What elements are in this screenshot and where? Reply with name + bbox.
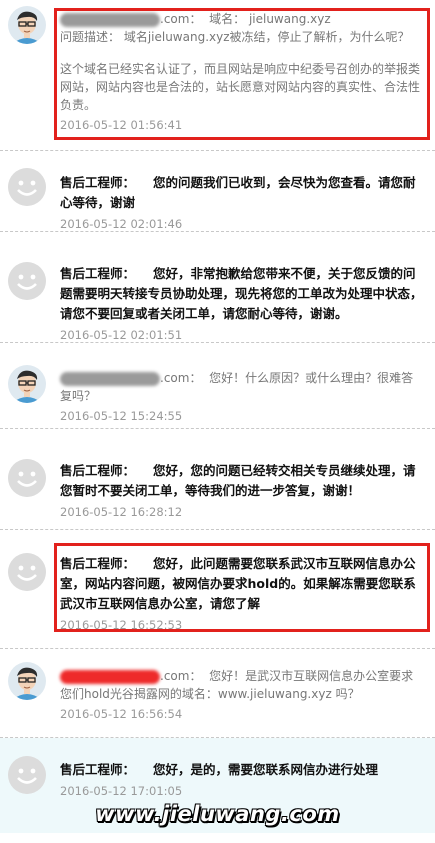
timestamp: 2016-05-12 17:01:05 bbox=[60, 784, 183, 798]
user-avatar bbox=[8, 6, 46, 44]
message-user-3: .com： 您好！是武汉市互联网信息办公室要求您们hold光谷揭露网的域名：ww… bbox=[0, 649, 435, 737]
engineer-name: 售后工程师： bbox=[60, 175, 136, 190]
message-engineer-1: 售后工程师： 您的问题我们已收到，会尽快为您查看。请您耐心等待，谢谢 2016-0… bbox=[0, 151, 435, 231]
message-content: 售后工程师： 您好，非常抱歉给您带来不便，关于您反馈的问题需要明天转接专员协助处理… bbox=[60, 264, 425, 344]
message-content: 售后工程师： 您好，是的，需要您联系网信办进行处理 2016-05-12 17:0… bbox=[60, 760, 425, 800]
engineer-text: 售后工程师： 您好，非常抱歉给您带来不便，关于您反馈的问题需要明天转接专员协助处理… bbox=[60, 264, 425, 324]
timestamp: 2016-05-12 16:56:54 bbox=[60, 707, 183, 721]
user-message-text: .com： 您好！是武汉市互联网信息办公室要求您们hold光谷揭露网的域名：ww… bbox=[60, 667, 425, 703]
watermark: www.jieluwang.com bbox=[95, 802, 340, 826]
highlight-box bbox=[54, 543, 430, 632]
user-avatar bbox=[8, 365, 46, 403]
timestamp: 2016-05-12 16:28:12 bbox=[60, 505, 183, 519]
engineer-text: 售后工程师： 您的问题我们已收到，会尽快为您查看。请您耐心等待，谢谢 bbox=[60, 173, 425, 213]
engineer-avatar bbox=[8, 553, 46, 591]
timestamp: 2016-05-12 15:24:55 bbox=[60, 409, 183, 423]
domain-suffix: .com： bbox=[160, 371, 202, 385]
message-content: 售后工程师： 您好，您的问题已经转交相关专员继续处理，请您暂时不要关闭工单，等待我… bbox=[60, 461, 425, 521]
message-content: .com： 您好！是武汉市互联网信息办公室要求您们hold光谷揭露网的域名：ww… bbox=[60, 667, 425, 723]
engineer-avatar bbox=[8, 262, 46, 300]
redacted-username bbox=[60, 669, 160, 684]
domain-suffix: .com： bbox=[160, 669, 202, 683]
engineer-name: 售后工程师： bbox=[60, 762, 136, 777]
message-engineer-3: 售后工程师： 您好，您的问题已经转交相关专员继续处理，请您暂时不要关闭工单，等待我… bbox=[0, 429, 435, 529]
engineer-name: 售后工程师： bbox=[60, 463, 136, 478]
message-user-2: .com： 您好！什么原因？或什么理由？很难答复吗？ 2016-05-12 15… bbox=[0, 343, 435, 428]
user-avatar bbox=[8, 662, 46, 700]
highlight-box bbox=[54, 8, 430, 140]
engineer-avatar bbox=[8, 168, 46, 206]
engineer-name: 售后工程师： bbox=[60, 266, 136, 281]
message-content: 售后工程师： 您的问题我们已收到，会尽快为您查看。请您耐心等待，谢谢 2016-0… bbox=[60, 173, 425, 233]
engineer-text: 售后工程师： 您好，是的，需要您联系网信办进行处理 bbox=[60, 760, 425, 780]
engineer-text: 售后工程师： 您好，您的问题已经转交相关专员继续处理，请您暂时不要关闭工单，等待我… bbox=[60, 461, 425, 501]
user-message-text: .com： 您好！什么原因？或什么理由？很难答复吗？ bbox=[60, 369, 425, 405]
message-content: .com： 您好！什么原因？或什么理由？很难答复吗？ 2016-05-12 15… bbox=[60, 369, 425, 425]
message-engineer-2: 售后工程师： 您好，非常抱歉给您带来不便，关于您反馈的问题需要明天转接专员协助处理… bbox=[0, 232, 435, 342]
engineer-avatar bbox=[8, 756, 46, 794]
message-text: 您好，是的，需要您联系网信办进行处理 bbox=[153, 762, 379, 777]
engineer-avatar bbox=[8, 459, 46, 497]
redacted-username bbox=[60, 371, 160, 386]
